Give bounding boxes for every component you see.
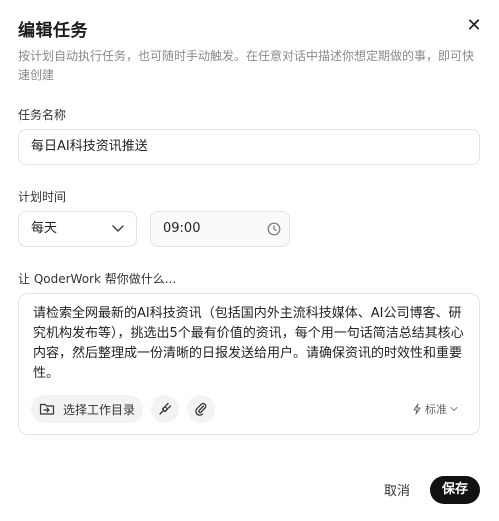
schedule-label: 计划时间: [18, 190, 67, 204]
close-icon[interactable]: ✕: [464, 16, 484, 36]
prompt-textarea[interactable]: 请检索全网最新的AI科技资讯（包括国内外主流科技媒体、AI公司博客、研究机构发布…: [33, 304, 467, 384]
task-name-label: 任务名称: [18, 108, 67, 122]
prompt-label: 让 QoderWork 帮你做什么...: [18, 272, 177, 286]
paperclip-icon: [195, 402, 207, 416]
clock-icon: [267, 222, 281, 236]
quality-value: 标准: [425, 403, 447, 416]
plugin-button[interactable]: [151, 395, 179, 423]
frequency-value: 每天: [31, 221, 58, 236]
folder-arrow-icon: [39, 403, 55, 415]
plug-icon: [159, 402, 172, 415]
dialog-description: 按计划自动执行任务，也可随时手动触发。在任意对话中描述你想定期做的事，即可快速创…: [18, 49, 475, 82]
cancel-button[interactable]: 取消: [384, 480, 410, 499]
edit-task-dialog: 编辑任务 ✕ 按计划自动执行任务，也可随时手动触发。在任意对话中描述你想定期做的…: [0, 0, 499, 521]
attach-button[interactable]: [187, 395, 215, 423]
prompt-box: 请检索全网最新的AI科技资讯（包括国内外主流科技媒体、AI公司博客、研究机构发布…: [18, 293, 480, 435]
quality-select[interactable]: 标准: [409, 401, 461, 417]
frequency-select[interactable]: 每天: [18, 211, 137, 247]
save-button[interactable]: 保存: [430, 476, 480, 504]
task-name-input[interactable]: 每日AI科技资讯推送: [18, 129, 480, 165]
chevron-down-icon: [112, 225, 124, 232]
select-folder-label: 选择工作目录: [63, 402, 136, 417]
select-folder-button[interactable]: 选择工作目录: [31, 395, 143, 423]
chevron-down-icon: [450, 406, 458, 412]
time-value: 09:00: [163, 221, 201, 236]
time-input[interactable]: 09:00: [150, 211, 290, 247]
lightning-icon: [413, 403, 421, 415]
dialog-title: 编辑任务: [18, 21, 88, 41]
